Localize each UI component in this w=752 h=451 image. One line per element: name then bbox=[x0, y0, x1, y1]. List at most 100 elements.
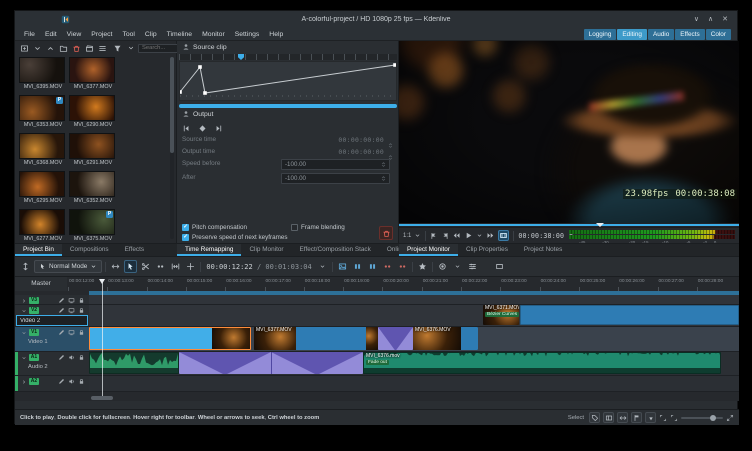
preview-render-button[interactable] bbox=[436, 260, 449, 273]
track-lane-v3[interactable] bbox=[89, 295, 739, 305]
tab-effects[interactable]: Effects bbox=[117, 244, 152, 256]
filter-button[interactable] bbox=[112, 43, 123, 54]
workspace-logging[interactable]: Logging bbox=[583, 28, 617, 40]
hide-track-button[interactable] bbox=[68, 323, 75, 341]
thumbnails-button[interactable] bbox=[603, 412, 614, 423]
bin-clip[interactable]: MVI_6368.MOV bbox=[19, 133, 67, 168]
filter-chevron-button[interactable] bbox=[125, 43, 136, 54]
preview-chevron-button[interactable] bbox=[451, 260, 464, 273]
track-header-a2[interactable]: A2 bbox=[15, 376, 89, 392]
spinner[interactable] bbox=[380, 161, 387, 172]
remap-playhead-marker[interactable] bbox=[238, 54, 244, 60]
clip-properties-button[interactable] bbox=[84, 43, 95, 54]
keyframe-graph[interactable] bbox=[178, 61, 397, 101]
chevron-right-icon[interactable] bbox=[21, 372, 27, 390]
menu-button[interactable] bbox=[97, 43, 108, 54]
chevron-down-icon[interactable] bbox=[21, 323, 27, 341]
zoom-corner-button-0[interactable] bbox=[659, 414, 667, 422]
workspace-editing[interactable]: Editing bbox=[617, 28, 647, 40]
menu-settings[interactable]: Settings bbox=[230, 28, 265, 41]
checkbox-box[interactable] bbox=[291, 224, 298, 231]
mix-transition[interactable] bbox=[179, 352, 363, 374]
menu-edit[interactable]: Edit bbox=[40, 28, 62, 41]
edit-mode-dropdown[interactable]: Normal Mode bbox=[34, 260, 103, 273]
track-tag-a1[interactable]: A1 bbox=[29, 353, 39, 361]
menu-timeline[interactable]: Timeline bbox=[162, 28, 197, 41]
marker-button[interactable] bbox=[645, 412, 656, 423]
timeline-clip[interactable] bbox=[89, 327, 251, 350]
tab-time-remapping[interactable]: Time Remapping bbox=[177, 244, 242, 256]
workspace-audio[interactable]: Audio bbox=[647, 28, 675, 40]
chevron-up-button[interactable] bbox=[45, 43, 56, 54]
track-edit-button[interactable] bbox=[58, 323, 65, 341]
slip-button[interactable] bbox=[617, 412, 628, 423]
zone-mode-button[interactable] bbox=[498, 230, 510, 241]
menu-clip[interactable]: Clip bbox=[140, 28, 162, 41]
maximize-button[interactable]: ∧ bbox=[708, 11, 713, 28]
menu-help[interactable]: Help bbox=[264, 28, 288, 41]
lock-track-button[interactable] bbox=[78, 372, 85, 390]
track-lane-a2[interactable] bbox=[89, 376, 739, 392]
play-chevron-button[interactable] bbox=[476, 232, 483, 239]
bin-clip[interactable]: MVI_6352.MOV bbox=[69, 171, 117, 206]
track-tag-v3[interactable]: V3 bbox=[29, 296, 39, 304]
timeline-zoom-slider[interactable] bbox=[681, 414, 723, 421]
bin-clip[interactable]: MVI_6277.MOV bbox=[19, 209, 67, 243]
track-lane-v2[interactable]: MVI_6371.MOV Bézier Curves bbox=[89, 305, 739, 327]
forward-button[interactable] bbox=[486, 231, 495, 240]
razor-tool-button[interactable] bbox=[139, 260, 152, 273]
chevron-down-icon[interactable] bbox=[21, 348, 27, 366]
track-lane-a1[interactable]: MVI_6376.mov Fade out bbox=[89, 352, 739, 376]
zone-out-button[interactable] bbox=[441, 232, 449, 240]
timeline-ruler[interactable]: 00:00:12:00 00:00:13:00 00:00:14:00 00:00:1… bbox=[68, 277, 739, 291]
remap-zoombar[interactable] bbox=[179, 104, 397, 108]
bin-clip[interactable]: P MVI_6375.MOV bbox=[69, 209, 117, 243]
tag-button[interactable] bbox=[589, 412, 600, 423]
overwrite-zone-button[interactable] bbox=[366, 260, 379, 273]
track-edit-button[interactable] bbox=[58, 348, 65, 366]
field-input[interactable]: -100.00 bbox=[281, 159, 390, 170]
timeline-clip[interactable]: MVI_6377.MOV bbox=[254, 327, 378, 350]
checkbox-frame-blending[interactable]: Frame blending bbox=[291, 224, 345, 231]
audio-mixer-button[interactable] bbox=[466, 260, 479, 273]
mixed-insert-button[interactable] bbox=[336, 260, 349, 273]
video-preview[interactable]: 23.98fps 00:00:38:08 bbox=[399, 41, 739, 223]
create-folder-button[interactable] bbox=[58, 43, 69, 54]
monitor-zoom-button[interactable]: 1:1 bbox=[403, 233, 411, 239]
timeline-clip[interactable]: MVI_6376.MOV bbox=[413, 327, 478, 350]
add-clip-button[interactable] bbox=[19, 43, 30, 54]
playhead[interactable] bbox=[99, 279, 105, 396]
favorite-effects-button[interactable] bbox=[416, 260, 429, 273]
audio-clip[interactable]: MVI_6376.mov Fade out bbox=[363, 352, 721, 374]
checkbox-box[interactable]: ✓ bbox=[182, 234, 189, 241]
bin-clip[interactable]: MVI_6377.MOV bbox=[69, 57, 117, 92]
checkbox-box[interactable]: ✓ bbox=[182, 224, 189, 231]
tab-project-monitor[interactable]: Project Monitor bbox=[399, 244, 458, 256]
play-button[interactable] bbox=[464, 231, 473, 240]
tab-clip-monitor[interactable]: Clip Monitor bbox=[241, 244, 291, 256]
bin-clip[interactable]: MVI_6291.MOV bbox=[69, 133, 117, 168]
track-lane-v1[interactable]: MVI_6377.MOV MVI_6376.MOV bbox=[89, 327, 739, 352]
lock-track-button[interactable] bbox=[78, 323, 85, 341]
lift-zone-button[interactable] bbox=[396, 260, 409, 273]
mute-track-button[interactable] bbox=[68, 348, 75, 366]
multicam-tool-button[interactable] bbox=[184, 260, 197, 273]
track-tag-v1[interactable]: V1 bbox=[29, 328, 39, 336]
tab-project-notes[interactable]: Project Notes bbox=[516, 244, 570, 256]
timeline-clip[interactable]: MVI_6371.MOV Bézier Curves bbox=[483, 305, 519, 325]
flag-button[interactable] bbox=[631, 412, 642, 423]
delete-button[interactable] bbox=[71, 43, 82, 54]
spacer-tool-button[interactable] bbox=[169, 260, 182, 273]
select-tool-button[interactable] bbox=[124, 260, 138, 273]
timeline-clip[interactable] bbox=[520, 305, 739, 325]
workspace-effects[interactable]: Effects bbox=[675, 28, 705, 40]
spinner[interactable] bbox=[380, 175, 387, 186]
extract-zone-button[interactable] bbox=[381, 260, 394, 273]
zoom-fit-button[interactable] bbox=[726, 414, 734, 422]
timeline-hscrollbar[interactable] bbox=[89, 396, 739, 401]
delete-keyframe-button[interactable] bbox=[379, 226, 393, 240]
close-button[interactable]: ✕ bbox=[722, 11, 728, 28]
mix-transition[interactable] bbox=[378, 327, 413, 350]
zoom-chevron-button[interactable] bbox=[414, 232, 421, 239]
checkbox-preserve-speed-of-next-keyframes[interactable]: ✓ Preserve speed of next keyframes bbox=[182, 234, 288, 241]
